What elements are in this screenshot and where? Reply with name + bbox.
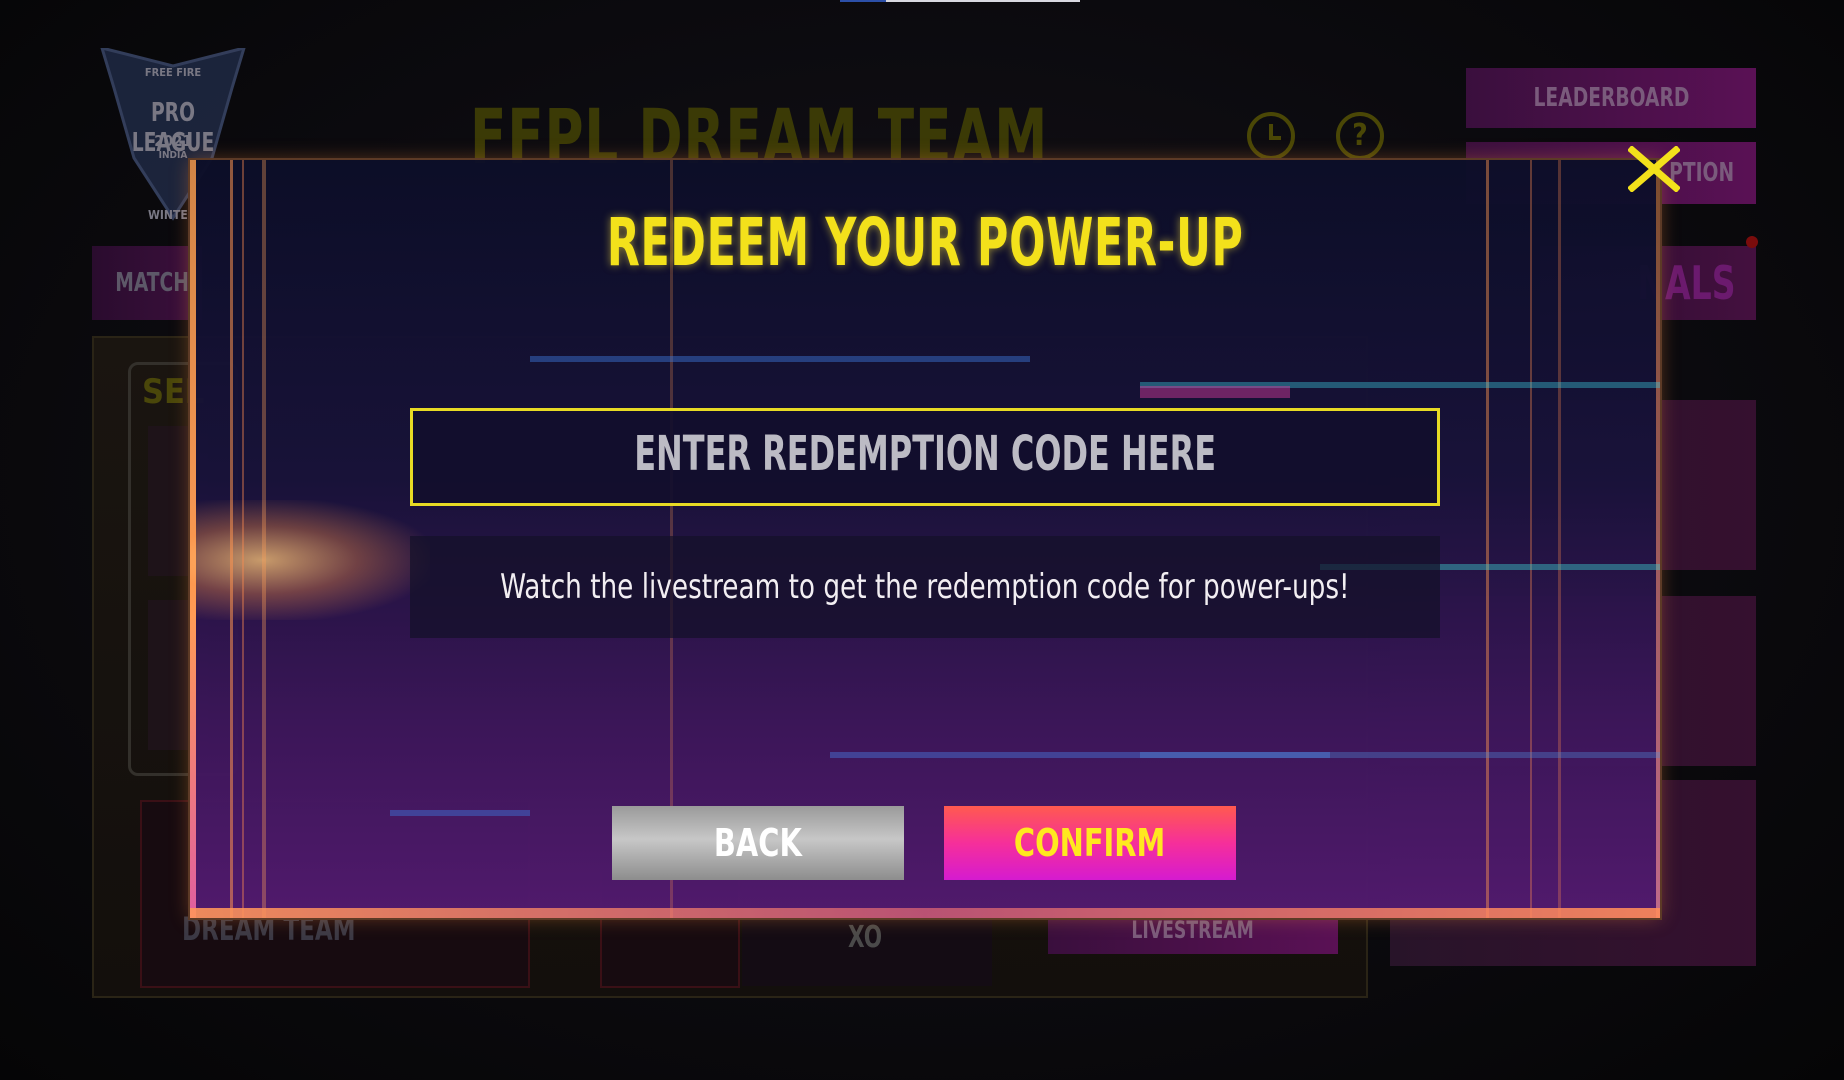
logo-line-3: 2021 [154,132,192,150]
close-glyph [1627,145,1681,193]
redemption-code-field[interactable]: ENTER REDEMPTION CODE HERE [410,408,1440,506]
clock-icon[interactable] [1247,112,1295,160]
decor-line [390,810,530,816]
tab-match[interactable]: MATCH [92,246,202,320]
hint-text-content: Watch the livestream to get the redempti… [500,567,1350,607]
notification-dot [1746,236,1758,248]
redemption-code-input[interactable] [410,408,1440,506]
help-icon[interactable]: ? [1336,112,1384,160]
leaderboard-label: LEADERBOARD [1533,83,1689,113]
light-flare [190,500,430,620]
redeem-dialog: REDEEM YOUR POWER-UP ENTER REDEMPTION CO… [190,160,1660,918]
decor-line [1140,386,1290,398]
top-indicator-strip [840,0,1080,2]
logo-line-1: FREE FIRE [144,66,202,79]
decor-line [1140,752,1660,758]
dialog-title-text: REDEEM YOUR POWER-UP [606,204,1244,281]
back-button-label: BACK [714,821,802,865]
dialog-bottom-glow [190,908,1660,918]
tab-match-label: MATCH [115,268,189,298]
leaderboard-button[interactable]: LEADERBOARD [1466,68,1756,128]
hint-box: Watch the livestream to get the redempti… [410,536,1440,638]
back-button[interactable]: BACK [612,806,904,880]
xo-label: XO [848,920,883,955]
dialog-title: REDEEM YOUR POWER-UP [190,204,1660,281]
confirm-button[interactable]: CONFIRM [944,806,1236,880]
hint-text: Watch the livestream to get the redempti… [410,536,1440,638]
decor-line [530,356,1030,362]
confirm-button-label: CONFIRM [1014,821,1166,865]
close-icon[interactable] [1627,145,1681,193]
